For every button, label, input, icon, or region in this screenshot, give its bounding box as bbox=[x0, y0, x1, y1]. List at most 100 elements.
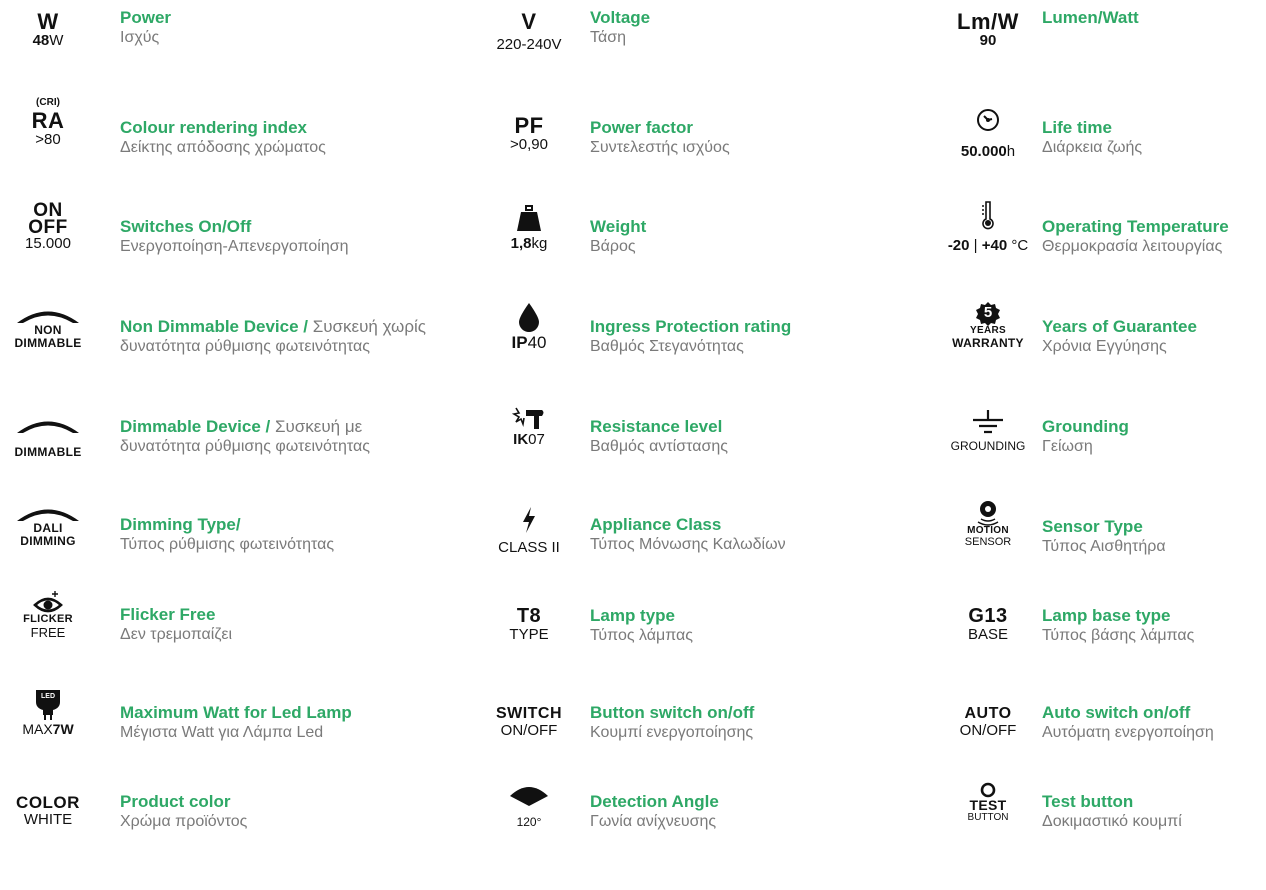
spec-subtitle: Βαθμός Στεγανότητας bbox=[590, 338, 744, 355]
spec-subtitle: Θερμοκρασία λειτουργίας bbox=[1042, 238, 1223, 255]
grounding-icon: GROUNDING bbox=[935, 400, 1041, 506]
spec-title: Dimmable Device / Συσκευή με bbox=[120, 417, 363, 436]
badge-icon: 5 bbox=[976, 302, 1000, 326]
spec-subtitle: Συντελεστής ισχύος bbox=[590, 139, 730, 156]
color-icon: COLOR WHITE bbox=[16, 793, 80, 828]
cone-icon bbox=[510, 787, 548, 806]
button-circle-icon bbox=[980, 782, 996, 798]
spec-title: Ingress Protection rating bbox=[590, 317, 792, 336]
appliance-class-icon: CLASS II bbox=[470, 498, 588, 602]
temperature-icon: -20 | +40 °C bbox=[935, 200, 1041, 296]
arc-icon bbox=[17, 421, 79, 433]
spec-title: Appliance Class bbox=[590, 515, 722, 534]
hammer-icon bbox=[512, 407, 544, 429]
test-button-icon: TEST BUTTON bbox=[935, 778, 1041, 878]
led-badge-label: LED bbox=[41, 693, 55, 700]
spec-title: Non Dimmable Device / Συσκευή χωρίς bbox=[120, 317, 426, 336]
spec-title: Dimming Type/ bbox=[120, 515, 241, 534]
spec-title: Lumen/Watt bbox=[1042, 8, 1139, 27]
spec-title: Product color bbox=[120, 792, 231, 811]
spec-subtitle: Τύπος λάμπας bbox=[590, 627, 693, 644]
power-icon: W 48W bbox=[32, 9, 64, 50]
spec-warranty: 5 YEARS WARRANTY Years of Guarantee Χρόν… bbox=[935, 300, 1266, 396]
lamp-base-icon: G13 BASE bbox=[967, 605, 1009, 643]
arc-icon bbox=[17, 311, 79, 323]
spec-voltage: V 220-240V Voltage Τάση bbox=[470, 0, 935, 96]
spec-subtitle: Βαθμός αντίστασης bbox=[590, 438, 728, 455]
led-lamp-icon: MAX7W bbox=[0, 686, 96, 784]
non-dimmable-icon: NON DIMMABLE bbox=[0, 300, 96, 402]
spec-subtitle: Βάρος bbox=[590, 238, 636, 255]
spec-subtitle: Ισχύς bbox=[120, 29, 160, 46]
lamp-type-icon: T8 TYPE bbox=[509, 605, 549, 643]
spec-title: Years of Guarantee bbox=[1042, 317, 1197, 336]
spec-ip-rating: IP40 Ingress Protection rating Βαθμός Στ… bbox=[470, 300, 935, 396]
spec-title: Detection Angle bbox=[590, 792, 719, 811]
lumen-watt-icon: Lm/W 90 bbox=[957, 9, 1019, 50]
spec-title: Power factor bbox=[590, 118, 693, 137]
spec-subtitle: Τύπος Αισθητήρα bbox=[1042, 538, 1166, 555]
spec-title: Test button bbox=[1042, 792, 1134, 811]
spec-subtitle: Τύπος ρύθμισης φωτεινότητας bbox=[120, 536, 335, 553]
power-factor-icon: PF >0,90 bbox=[510, 113, 548, 154]
warranty-icon: 5 YEARS WARRANTY bbox=[952, 302, 1024, 350]
spec-title: Maximum Watt for Led Lamp bbox=[120, 703, 352, 722]
spec-column-1: W 48W Power Ισχύς (CRI) RA >80 Colour re… bbox=[0, 0, 470, 833]
spec-subtitle: δυνατότητα ρύθμισης φωτεινότητας bbox=[120, 438, 370, 455]
spec-title: Life time bbox=[1042, 118, 1112, 137]
spec-subtitle: Ενεργοποίηση-Απενεργοποίηση bbox=[120, 238, 349, 255]
spec-subtitle: Χρώμα προϊόντος bbox=[120, 813, 248, 830]
spec-non-dimmable: NON DIMMABLE Non Dimmable Device / Συσκε… bbox=[0, 300, 470, 396]
spec-appliance-class: CLASS II Appliance Class Τύπος Μόνωσης Κ… bbox=[470, 498, 935, 594]
spec-weight: 1,8kg Weight Βάρος bbox=[470, 200, 935, 296]
lightning-icon bbox=[523, 507, 535, 533]
spec-title: Resistance level bbox=[590, 417, 723, 436]
life-time-icon: 50.000h bbox=[935, 98, 1041, 204]
spec-resistance: IK07 Resistance level Βαθμός αντίστασης bbox=[470, 400, 935, 496]
spec-switches: ON OFF 15.000 Switches On/Off Ενεργοποίη… bbox=[0, 200, 470, 296]
spec-title: Sensor Type bbox=[1042, 517, 1143, 536]
weight-icon-shape bbox=[517, 205, 541, 231]
dimmable-icon: DIMMABLE bbox=[0, 400, 96, 512]
spec-column-2: V 220-240V Voltage Τάση PF >0,90 Power f… bbox=[470, 0, 935, 833]
eye-icon bbox=[33, 591, 63, 613]
spec-column-3: Lm/W 90 Lumen/Watt 50.000h Life time Διά… bbox=[935, 0, 1266, 833]
spec-title: Voltage bbox=[590, 8, 651, 27]
sensor-icon: MOTION SENSOR bbox=[935, 496, 1041, 596]
spec-subtitle: Χρόνια Εγγύησης bbox=[1042, 338, 1167, 355]
spec-title: Lamp base type bbox=[1042, 606, 1171, 625]
spec-subtitle: Γείωση bbox=[1042, 438, 1093, 455]
spec-subtitle: Τύπος βάσης λάμπας bbox=[1042, 627, 1195, 644]
resistance-icon: IK07 bbox=[470, 400, 588, 500]
voltage-icon: V 220-240V bbox=[496, 9, 562, 54]
spec-lamp-type: T8 TYPE Lamp type Τύπος λάμπας bbox=[470, 600, 935, 696]
ip-rating-icon: IP40 bbox=[470, 300, 588, 398]
spec-title: Flicker Free bbox=[120, 605, 216, 624]
spec-subtitle: Τάση bbox=[590, 29, 627, 46]
spec-title: Power bbox=[120, 8, 172, 27]
spec-dimmable: DIMMABLE Dimmable Device / Συσκευή με δυ… bbox=[0, 400, 470, 496]
spec-lumen-watt: Lm/W 90 Lumen/Watt bbox=[935, 0, 1266, 96]
spec-title: Operating Temperature bbox=[1042, 217, 1229, 236]
spec-subtitle: Τύπος Μόνωσης Καλωδίων bbox=[590, 536, 786, 553]
spec-sensor-type: MOTION SENSOR Sensor Type Τύπος Αισθητήρ… bbox=[935, 496, 1266, 592]
spec-subtitle: Διάρκεια ζωής bbox=[1042, 139, 1143, 156]
spec-title: Switches On/Off bbox=[120, 217, 252, 236]
spec-subtitle: δυνατότητα ρύθμισης φωτεινότητας bbox=[120, 338, 370, 355]
spec-subtitle: Δεν τρεμοπαίζει bbox=[120, 626, 233, 643]
spec-life-time: 50.000h Life time Διάρκεια ζωής bbox=[935, 98, 1266, 194]
spec-grounding: GROUNDING Grounding Γείωση bbox=[935, 400, 1266, 496]
spec-title: Auto switch on/off bbox=[1042, 703, 1191, 722]
cri-icon: (CRI) RA >80 bbox=[31, 97, 65, 148]
spec-title: Button switch on/off bbox=[590, 703, 755, 722]
spec-subtitle: Γωνία ανίχνευσης bbox=[590, 813, 717, 830]
spec-title: Lamp type bbox=[590, 606, 676, 625]
spec-operating-temperature: -20 | +40 °C Operating Temperature Θερμο… bbox=[935, 200, 1266, 296]
thermometer-icon bbox=[982, 201, 994, 230]
dali-dimming-icon: DALI DIMMING bbox=[0, 498, 96, 600]
spec-max-watt-led: MAX7W Maximum Watt for Led Lamp Μέγιστα … bbox=[0, 686, 470, 782]
spec-title: Grounding bbox=[1042, 417, 1129, 436]
spec-subtitle: Δείκτης απόδοσης χρώματος bbox=[120, 139, 326, 156]
spec-power-factor: PF >0,90 Power factor Συντελεστής ισχύος bbox=[470, 98, 935, 194]
flicker-free-icon: FLICKER FREE bbox=[0, 586, 96, 686]
